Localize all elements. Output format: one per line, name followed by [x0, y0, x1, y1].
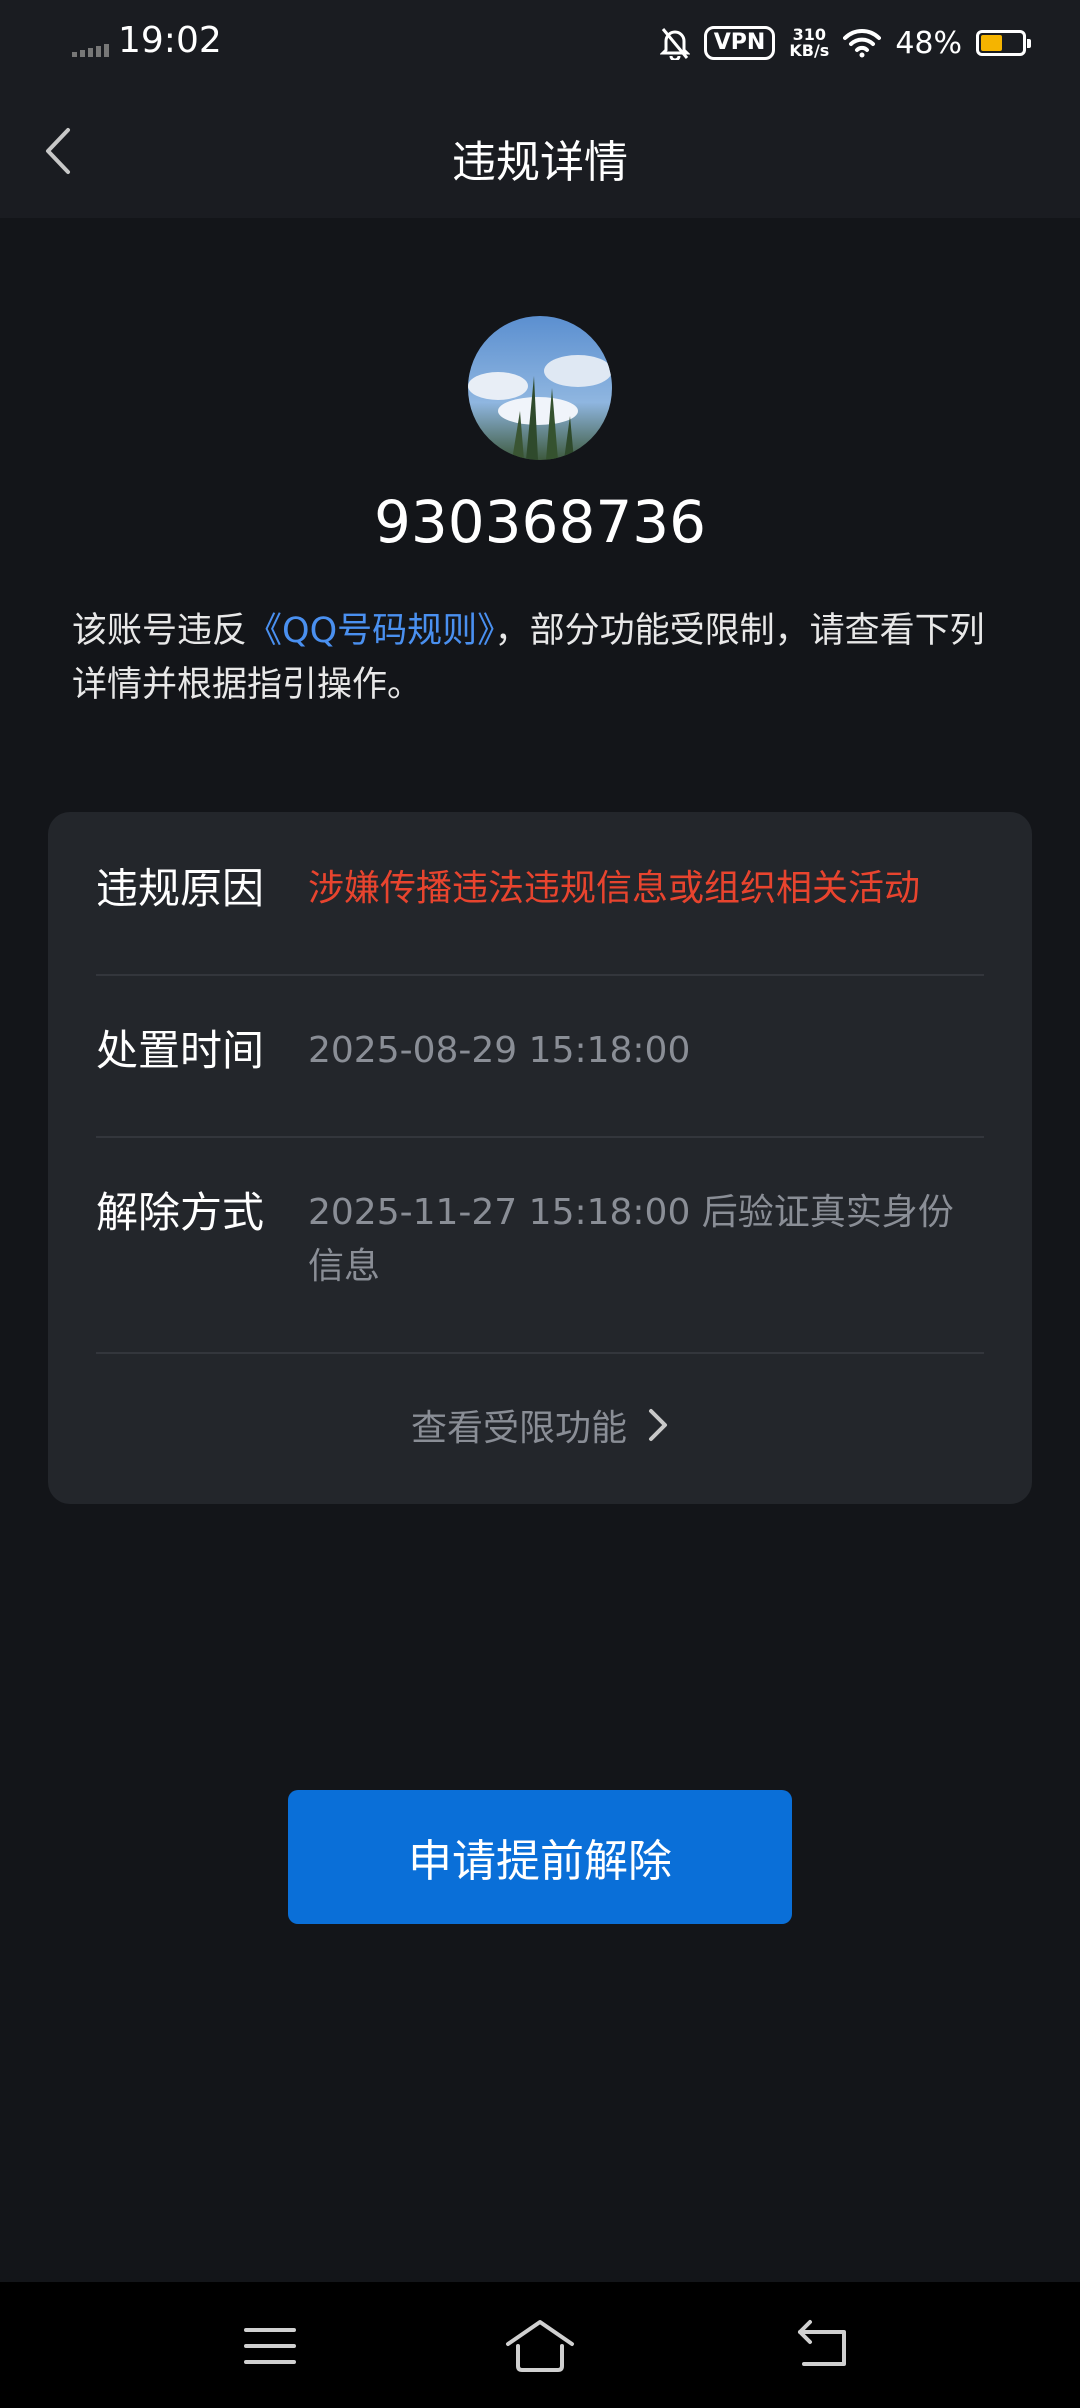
battery-level: [981, 35, 1003, 51]
avatar-image: [468, 316, 612, 460]
battery-icon: [976, 30, 1031, 56]
status-bar: 19:02 VPN 310 KB/s 48%: [0, 0, 1080, 86]
release-value: 2025-11-27 15:18:00 后验证真实身份信息: [308, 1192, 954, 1287]
violation-details-card: 违规原因 涉嫌传播违法违规信息或组织相关活动 处置时间 2025-08-29 1…: [48, 812, 1032, 1504]
account-id: 930368736: [373, 488, 707, 556]
view-restricted-features[interactable]: 查看受限功能: [48, 1392, 1032, 1458]
time-label: 处置时间: [96, 1026, 265, 1075]
notice-prefix: 该账号违反: [72, 611, 248, 651]
release-label: 解除方式: [96, 1188, 265, 1237]
time-row: 处置时间 2025-08-29 15:18:00: [96, 1024, 984, 1078]
time-value: 2025-08-29 15:18:00: [308, 1030, 691, 1071]
network-speed: 310 KB/s: [789, 27, 829, 59]
wifi-icon: [843, 28, 882, 58]
muted-bell-icon: [659, 28, 690, 60]
divider: [96, 1136, 984, 1138]
system-nav-bar: [0, 2282, 1080, 2408]
back-nav-icon[interactable]: [794, 2316, 854, 2376]
view-restricted-label: 查看受限功能: [410, 1408, 627, 1449]
release-row: 解除方式 2025-11-27 15:18:00 后验证真实身份信息: [96, 1186, 984, 1294]
qq-rules-link[interactable]: 《QQ号码规则》: [247, 611, 495, 651]
reason-label: 违规原因: [96, 864, 265, 913]
divider: [96, 1352, 984, 1354]
chevron-right-icon: [649, 1409, 667, 1441]
menu-icon[interactable]: [240, 2316, 300, 2376]
nav-bar: 违规详情: [0, 86, 1080, 218]
page-title: 违规详情: [452, 137, 628, 188]
apply-early-release-button[interactable]: 申请提前解除: [288, 1790, 792, 1924]
reason-row: 违规原因 涉嫌传播违法违规信息或组织相关活动: [96, 862, 984, 916]
violation-notice: 该账号违反《QQ号码规则》，部分功能受限制，请查看下列详情并根据指引操作。: [72, 604, 1008, 712]
status-time: 19:02: [118, 20, 222, 61]
reason-value: 涉嫌传播违法违规信息或组织相关活动: [308, 868, 921, 909]
speed-unit: KB/s: [789, 41, 830, 60]
signal-icon: [72, 44, 109, 57]
home-icon[interactable]: [504, 2316, 576, 2376]
vpn-badge: VPN: [703, 26, 776, 60]
avatar[interactable]: [468, 316, 612, 460]
divider: [96, 974, 984, 976]
status-icons: VPN 310 KB/s 48%: [659, 20, 1031, 66]
battery-percent: 48%: [895, 25, 962, 61]
